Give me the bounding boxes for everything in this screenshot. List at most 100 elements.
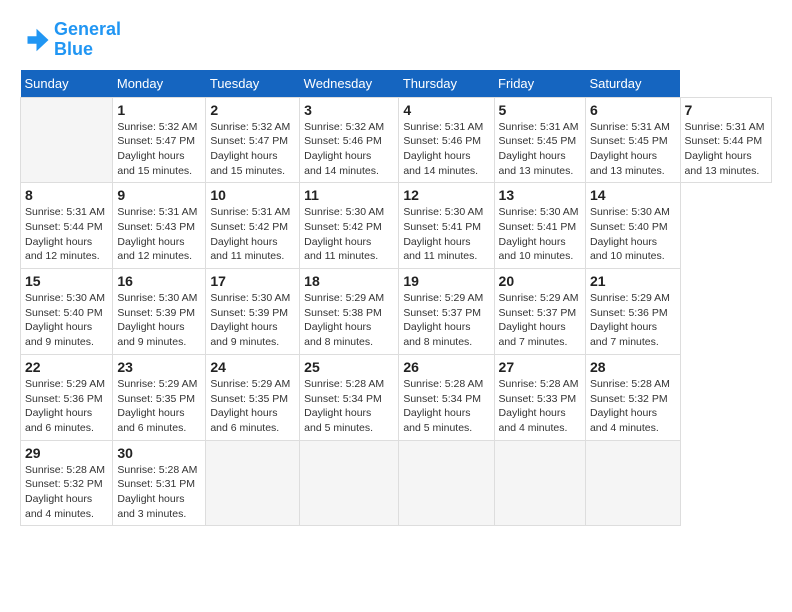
calendar-cell: 2 Sunrise: 5:32 AMSunset: 5:47 PMDaylight… xyxy=(206,97,300,183)
day-number: 5 xyxy=(499,102,581,118)
calendar-cell: 27 Sunrise: 5:28 AMSunset: 5:33 PMDayligh… xyxy=(494,354,585,440)
calendar-cell: 10 Sunrise: 5:31 AMSunset: 5:42 PMDayligh… xyxy=(206,183,300,269)
calendar-week-1: 1 Sunrise: 5:32 AMSunset: 5:47 PMDaylight… xyxy=(21,97,772,183)
calendar-cell: 7 Sunrise: 5:31 AMSunset: 5:44 PMDaylight… xyxy=(680,97,771,183)
day-info: Sunrise: 5:32 AMSunset: 5:47 PMDaylight … xyxy=(117,120,201,179)
day-info: Sunrise: 5:28 AMSunset: 5:34 PMDaylight … xyxy=(304,377,394,436)
calendar-cell: 6 Sunrise: 5:31 AMSunset: 5:45 PMDaylight… xyxy=(585,97,680,183)
calendar-cell xyxy=(206,440,300,526)
calendar-cell: 18 Sunrise: 5:29 AMSunset: 5:38 PMDayligh… xyxy=(300,269,399,355)
day-info: Sunrise: 5:31 AMSunset: 5:42 PMDaylight … xyxy=(210,205,295,264)
day-info: Sunrise: 5:31 AMSunset: 5:44 PMDaylight … xyxy=(25,205,108,264)
calendar-cell: 12 Sunrise: 5:30 AMSunset: 5:41 PMDayligh… xyxy=(399,183,494,269)
calendar-table: SundayMondayTuesdayWednesdayThursdayFrid… xyxy=(20,70,772,527)
calendar-week-3: 15 Sunrise: 5:30 AMSunset: 5:40 PMDayligh… xyxy=(21,269,772,355)
day-info: Sunrise: 5:29 AMSunset: 5:35 PMDaylight … xyxy=(117,377,201,436)
day-number: 24 xyxy=(210,359,295,375)
day-info: Sunrise: 5:31 AMSunset: 5:45 PMDaylight … xyxy=(590,120,676,179)
day-number: 11 xyxy=(304,187,394,203)
day-number: 20 xyxy=(499,273,581,289)
weekday-header-saturday: Saturday xyxy=(585,70,680,98)
day-number: 15 xyxy=(25,273,108,289)
calendar-week-5: 29 Sunrise: 5:28 AMSunset: 5:32 PMDayligh… xyxy=(21,440,772,526)
weekday-header-tuesday: Tuesday xyxy=(206,70,300,98)
calendar-cell: 11Sunrise: 5:30 AMSunset: 5:42 PMDayligh… xyxy=(300,183,399,269)
day-number: 28 xyxy=(590,359,676,375)
day-info: Sunrise: 5:31 AMSunset: 5:44 PMDaylight … xyxy=(685,120,767,179)
calendar-cell: 29 Sunrise: 5:28 AMSunset: 5:32 PMDayligh… xyxy=(21,440,113,526)
calendar-cell xyxy=(300,440,399,526)
day-number: 23 xyxy=(117,359,201,375)
day-number: 30 xyxy=(117,445,201,461)
logo-icon xyxy=(20,25,50,55)
day-number: 27 xyxy=(499,359,581,375)
day-info: Sunrise: 5:30 AMSunset: 5:39 PMDaylight … xyxy=(210,291,295,350)
day-number: 13 xyxy=(499,187,581,203)
calendar-cell: 28Sunrise: 5:28 AMSunset: 5:32 PMDayligh… xyxy=(585,354,680,440)
day-number: 2 xyxy=(210,102,295,118)
day-number: 6 xyxy=(590,102,676,118)
day-info: Sunrise: 5:31 AMSunset: 5:46 PMDaylight … xyxy=(403,120,489,179)
calendar-cell: 21Sunrise: 5:29 AMSunset: 5:36 PMDayligh… xyxy=(585,269,680,355)
calendar-week-2: 8 Sunrise: 5:31 AMSunset: 5:44 PMDaylight… xyxy=(21,183,772,269)
day-info: Sunrise: 5:29 AMSunset: 5:37 PMDaylight … xyxy=(403,291,489,350)
weekday-header-wednesday: Wednesday xyxy=(300,70,399,98)
page-header: General Blue xyxy=(20,20,772,60)
calendar-cell xyxy=(494,440,585,526)
day-info: Sunrise: 5:31 AMSunset: 5:43 PMDaylight … xyxy=(117,205,201,264)
calendar-cell: 14Sunrise: 5:30 AMSunset: 5:40 PMDayligh… xyxy=(585,183,680,269)
day-number: 19 xyxy=(403,273,489,289)
calendar-cell: 19 Sunrise: 5:29 AMSunset: 5:37 PMDayligh… xyxy=(399,269,494,355)
day-number: 8 xyxy=(25,187,108,203)
day-number: 18 xyxy=(304,273,394,289)
day-info: Sunrise: 5:30 AMSunset: 5:41 PMDaylight … xyxy=(499,205,581,264)
calendar-week-4: 22 Sunrise: 5:29 AMSunset: 5:36 PMDayligh… xyxy=(21,354,772,440)
day-info: Sunrise: 5:30 AMSunset: 5:41 PMDaylight … xyxy=(403,205,489,264)
day-number: 4 xyxy=(403,102,489,118)
weekday-header-monday: Monday xyxy=(113,70,206,98)
day-number: 7 xyxy=(685,102,767,118)
day-number: 22 xyxy=(25,359,108,375)
calendar-cell xyxy=(399,440,494,526)
day-info: Sunrise: 5:31 AMSunset: 5:45 PMDaylight … xyxy=(499,120,581,179)
day-info: Sunrise: 5:29 AMSunset: 5:38 PMDaylight … xyxy=(304,291,394,350)
calendar-cell: 5 Sunrise: 5:31 AMSunset: 5:45 PMDaylight… xyxy=(494,97,585,183)
day-info: Sunrise: 5:28 AMSunset: 5:33 PMDaylight … xyxy=(499,377,581,436)
day-info: Sunrise: 5:29 AMSunset: 5:36 PMDaylight … xyxy=(590,291,676,350)
day-info: Sunrise: 5:30 AMSunset: 5:39 PMDaylight … xyxy=(117,291,201,350)
calendar-cell: 16 Sunrise: 5:30 AMSunset: 5:39 PMDayligh… xyxy=(113,269,206,355)
day-info: Sunrise: 5:28 AMSunset: 5:34 PMDaylight … xyxy=(403,377,489,436)
weekday-header-friday: Friday xyxy=(494,70,585,98)
day-number: 14 xyxy=(590,187,676,203)
calendar-cell: 3Sunrise: 5:32 AMSunset: 5:46 PMDaylight… xyxy=(300,97,399,183)
calendar-cell: 25 Sunrise: 5:28 AMSunset: 5:34 PMDayligh… xyxy=(300,354,399,440)
weekday-header-sunday: Sunday xyxy=(21,70,113,98)
calendar-cell: 23 Sunrise: 5:29 AMSunset: 5:35 PMDayligh… xyxy=(113,354,206,440)
day-number: 16 xyxy=(117,273,201,289)
day-number: 3 xyxy=(304,102,394,118)
day-info: Sunrise: 5:32 AMSunset: 5:47 PMDaylight … xyxy=(210,120,295,179)
calendar-cell: 24 Sunrise: 5:29 AMSunset: 5:35 PMDayligh… xyxy=(206,354,300,440)
day-number: 1 xyxy=(117,102,201,118)
calendar-cell: 9Sunrise: 5:31 AMSunset: 5:43 PMDaylight… xyxy=(113,183,206,269)
day-number: 25 xyxy=(304,359,394,375)
calendar-cell: 15 Sunrise: 5:30 AMSunset: 5:40 PMDayligh… xyxy=(21,269,113,355)
day-number: 12 xyxy=(403,187,489,203)
weekday-header-thursday: Thursday xyxy=(399,70,494,98)
day-number: 29 xyxy=(25,445,108,461)
day-info: Sunrise: 5:30 AMSunset: 5:40 PMDaylight … xyxy=(25,291,108,350)
calendar-cell: 22 Sunrise: 5:29 AMSunset: 5:36 PMDayligh… xyxy=(21,354,113,440)
calendar-cell: 1 Sunrise: 5:32 AMSunset: 5:47 PMDaylight… xyxy=(113,97,206,183)
calendar-cell: 20 Sunrise: 5:29 AMSunset: 5:37 PMDayligh… xyxy=(494,269,585,355)
day-info: Sunrise: 5:29 AMSunset: 5:35 PMDaylight … xyxy=(210,377,295,436)
calendar-cell: 13 Sunrise: 5:30 AMSunset: 5:41 PMDayligh… xyxy=(494,183,585,269)
day-info: Sunrise: 5:28 AMSunset: 5:32 PMDaylight … xyxy=(25,463,108,522)
day-info: Sunrise: 5:29 AMSunset: 5:36 PMDaylight … xyxy=(25,377,108,436)
day-info: Sunrise: 5:29 AMSunset: 5:37 PMDaylight … xyxy=(499,291,581,350)
calendar-cell xyxy=(21,97,113,183)
logo: General Blue xyxy=(20,20,121,60)
calendar-cell xyxy=(585,440,680,526)
calendar-cell: 17Sunrise: 5:30 AMSunset: 5:39 PMDayligh… xyxy=(206,269,300,355)
day-number: 10 xyxy=(210,187,295,203)
calendar-cell: 30Sunrise: 5:28 AMSunset: 5:31 PMDayligh… xyxy=(113,440,206,526)
